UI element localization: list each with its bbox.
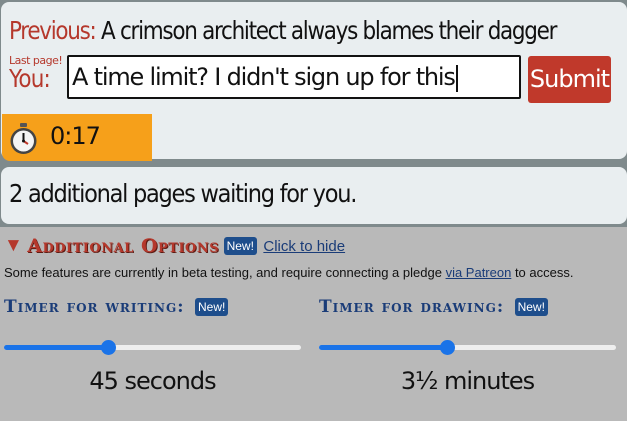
collapse-arrow-icon[interactable]: ▼ <box>4 235 23 257</box>
drawing-timer-slider[interactable] <box>319 340 616 355</box>
hide-options-link[interactable]: Click to hide <box>263 238 345 255</box>
writing-timer-value: 45 seconds <box>89 367 216 395</box>
slider-fill <box>4 345 108 350</box>
drawing-timer-setting: Timer for drawing: New! 3½ minutes <box>319 297 619 417</box>
drawing-timer-label: Timer for drawing: <box>319 297 505 317</box>
slider-thumb[interactable] <box>439 340 455 355</box>
patreon-link[interactable]: via Patreon <box>446 265 512 280</box>
submit-button[interactable]: Submit <box>528 56 611 103</box>
new-badge: New! <box>223 237 257 255</box>
writing-timer-label: Timer for writing: <box>4 297 185 317</box>
beta-note: Some features are currently in beta test… <box>4 265 573 280</box>
stopwatch-icon <box>10 123 37 154</box>
status-panel: 2 additional pages waiting for you. <box>1 167 627 224</box>
new-badge: New! <box>514 298 548 316</box>
writing-timer-heading: Timer for writing: New! <box>4 297 229 317</box>
caption-input-value: A time limit? I didn't sign up for this <box>72 63 456 91</box>
previous-row: Previous: A crimson architect always bla… <box>9 16 557 46</box>
pages-waiting-text: 2 additional pages waiting for you. <box>9 179 357 208</box>
options-title[interactable]: Additional Options <box>27 235 219 257</box>
text-cursor <box>455 64 458 92</box>
writing-timer-setting: Timer for writing: New! 45 seconds <box>4 297 304 417</box>
drawing-timer-heading: Timer for drawing: New! <box>319 297 548 317</box>
slider-fill <box>319 345 447 350</box>
countdown-timer: 0:17 <box>2 114 152 161</box>
drawing-timer-value: 3½ minutes <box>400 367 535 395</box>
options-header: ▼ Additional Options New! Click to hide <box>4 235 345 257</box>
game-panel: Previous: A crimson architect always bla… <box>1 2 627 161</box>
previous-label: Previous: <box>9 16 97 45</box>
slider-thumb[interactable] <box>100 340 116 355</box>
writing-timer-slider[interactable] <box>4 340 301 355</box>
beta-note-text-end: to access. <box>511 265 574 280</box>
previous-text: A crimson architect always blames their … <box>101 16 557 45</box>
new-badge: New! <box>195 298 229 316</box>
caption-input[interactable]: A time limit? I didn't sign up for this <box>67 55 521 99</box>
you-label: You: <box>9 64 51 93</box>
timer-text: 0:17 <box>50 122 101 150</box>
additional-options-section: ▼ Additional Options New! Click to hide … <box>0 227 627 421</box>
beta-note-text: Some features are currently in beta test… <box>4 265 446 280</box>
